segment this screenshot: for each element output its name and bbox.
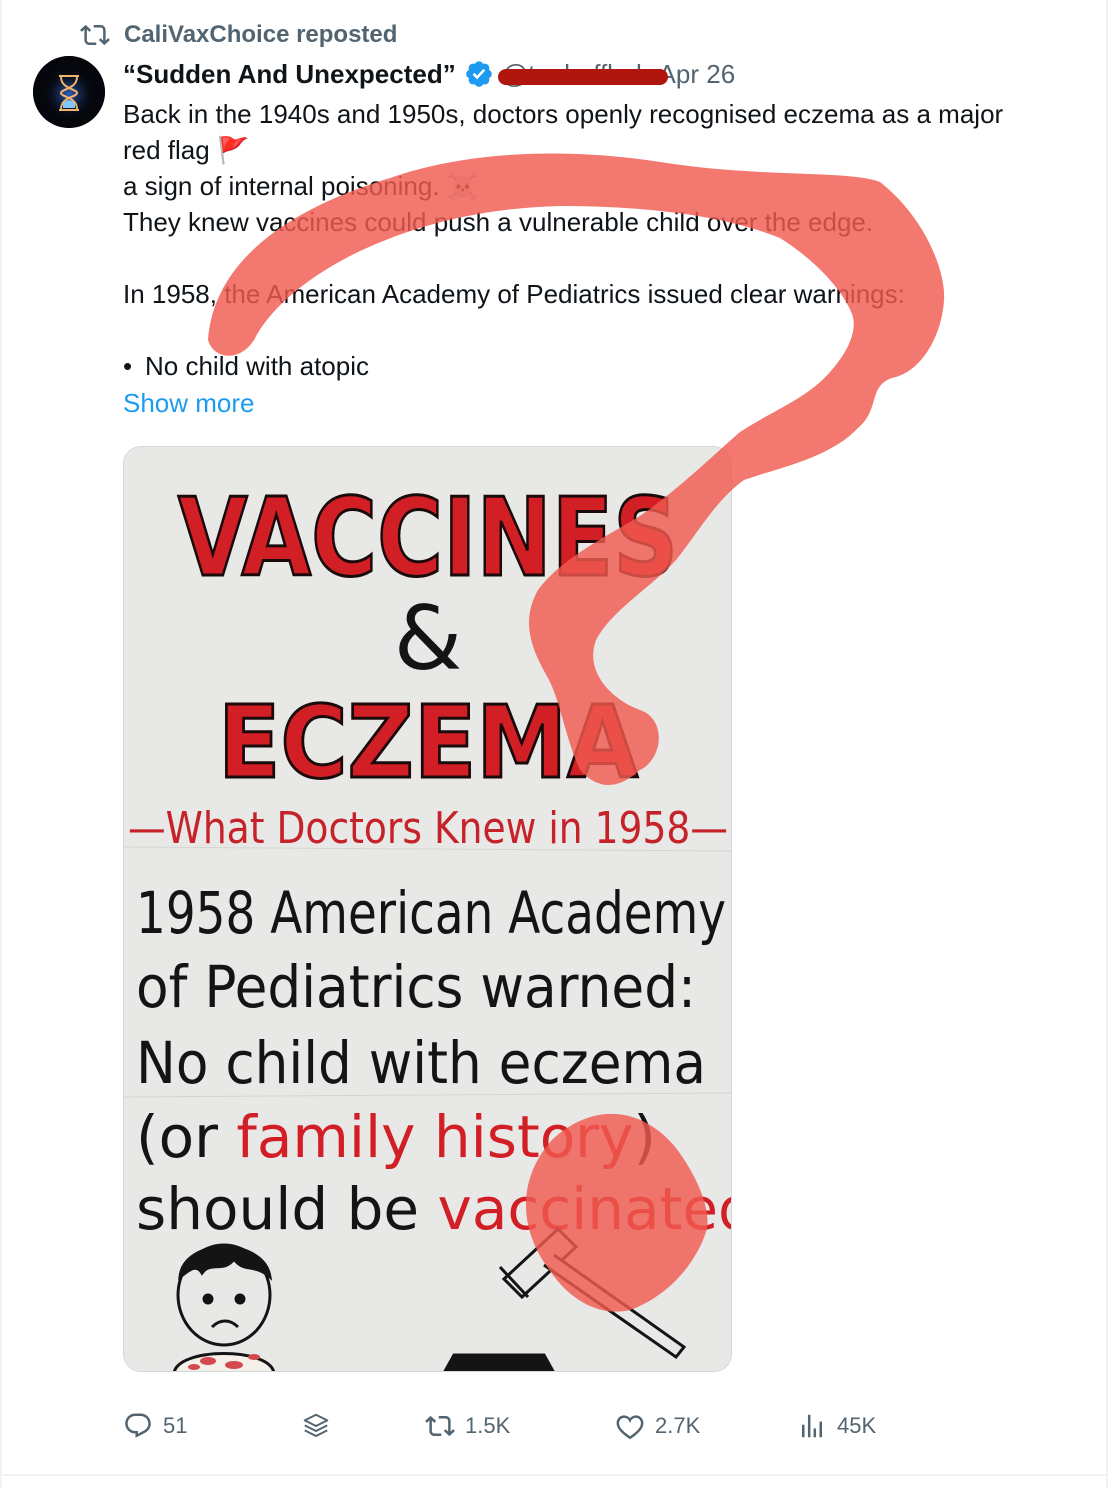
- poster-body-line: should be vaccinated: [136, 1175, 732, 1243]
- layers-icon: [303, 1413, 329, 1437]
- repost-context[interactable]: CaliVaxChoice reposted: [80, 18, 397, 52]
- poster-body-line: (or family history): [136, 1103, 656, 1171]
- reply-button[interactable]: 51: [123, 1404, 187, 1448]
- bullet-glyph: •: [123, 351, 133, 381]
- poster-body-line: of Pediatrics warned:: [136, 953, 696, 1021]
- verified-badge-icon[interactable]: [464, 59, 494, 89]
- show-more-link[interactable]: Show more: [123, 388, 255, 419]
- avatar[interactable]: [33, 56, 105, 128]
- like-icon: [616, 1415, 644, 1440]
- reply-icon: [125, 1413, 151, 1438]
- view-count: 45K: [837, 1413, 877, 1438]
- poster-body-line: No child with eczema: [136, 1029, 706, 1097]
- poster-body-line: 1958 American Academy: [136, 879, 726, 947]
- poster-ampersand: &: [394, 587, 463, 690]
- post-date[interactable]: Apr 26: [659, 59, 736, 90]
- repost-icon: [425, 1415, 455, 1437]
- post-text: Back in the 1940s and 1950s, doctors ope…: [123, 96, 1083, 384]
- author-handle[interactable]: @toobaffled: [497, 59, 668, 90]
- poster-title-vaccines: VACCINES: [178, 476, 678, 601]
- post-line: red flag 🚩: [123, 135, 250, 165]
- views-button[interactable]: 45K: [797, 1404, 876, 1448]
- post-header: “Sudden And Unexpected” @toobaffled · Ap…: [123, 56, 735, 92]
- poster-subtitle: —What Doctors Knew in 1958—: [128, 803, 728, 854]
- frame-bottom-border: [0, 1474, 1108, 1476]
- poster-graphic: VACCINES & ECZEMA —What Doctors Knew in …: [124, 447, 732, 1371]
- frame-left-border: [0, 0, 2, 1488]
- repost-button[interactable]: 1.5K: [425, 1404, 510, 1448]
- post-line: No child with atopic: [145, 351, 369, 381]
- author-display-name[interactable]: “Sudden And Unexpected”: [123, 59, 456, 90]
- like-button[interactable]: 2.7K: [615, 1404, 700, 1448]
- post-line: In 1958, the American Academy of Pediatr…: [123, 279, 905, 309]
- repost-icon: [80, 24, 110, 46]
- reply-count: 51: [163, 1413, 188, 1438]
- post-line: They knew vaccines could push a vulnerab…: [123, 207, 874, 237]
- layers-button[interactable]: [301, 1404, 331, 1448]
- views-icon: [802, 1414, 822, 1438]
- repost-label: CaliVaxChoice reposted: [124, 21, 398, 48]
- post-line: a sign of internal poisoning. ☠️: [123, 171, 480, 201]
- post-line: Back in the 1940s and 1950s, doctors ope…: [123, 99, 1004, 129]
- handle-redaction: [497, 68, 668, 85]
- like-count: 2.7K: [655, 1413, 701, 1438]
- post-image[interactable]: VACCINES & ECZEMA —What Doctors Knew in …: [123, 446, 732, 1372]
- post-actions: 51 1.5K 2.7K 45K: [123, 1404, 923, 1448]
- poster-title-eczema: ECZEMA: [218, 684, 638, 801]
- post-bullet-line: • No child with atopic: [123, 348, 1083, 384]
- repost-count: 1.5K: [465, 1413, 511, 1438]
- hourglass-icon: [33, 56, 105, 128]
